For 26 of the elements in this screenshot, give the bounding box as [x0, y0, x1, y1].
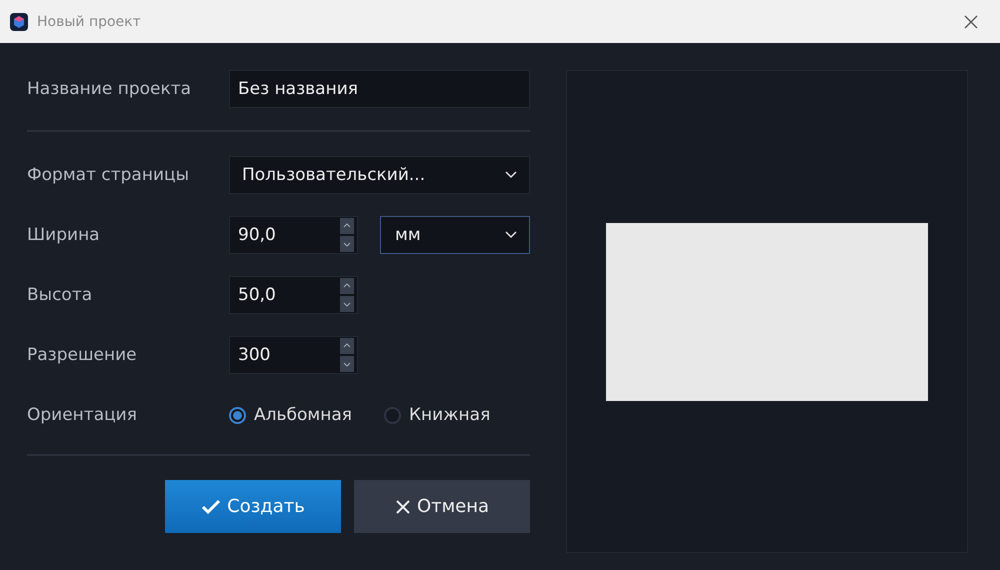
field-label: Название проекта — [27, 79, 192, 99]
chevron-down-icon — [505, 171, 517, 179]
orientation-radio[interactable]: Книжная — [384, 405, 490, 425]
field-label: Формат страницы — [27, 165, 190, 185]
field-label: Разрешение — [27, 345, 138, 365]
spin-down-icon[interactable] — [340, 296, 354, 312]
create-button[interactable]: Создать — [165, 480, 341, 533]
orientation-radio[interactable]: Альбомная — [229, 405, 352, 425]
spin-down-icon[interactable] — [340, 356, 354, 372]
close-icon[interactable] — [964, 14, 978, 28]
spin-up-icon[interactable] — [340, 338, 354, 354]
field-label: Ориентация — [27, 405, 138, 425]
close-icon — [394, 498, 411, 514]
app-logo-icon — [10, 12, 28, 30]
field-label: Ширина — [27, 225, 101, 245]
cancel-button[interactable]: Отмена — [354, 480, 530, 533]
project-name-field[interactable]: Без названия — [229, 70, 530, 108]
chevron-down-icon — [505, 231, 517, 239]
spin-up-icon[interactable] — [340, 278, 354, 294]
field-label: Высота — [27, 285, 94, 305]
page-format-dropdown[interactable]: Пользовательский... — [229, 156, 530, 194]
checkmark-icon — [201, 498, 222, 514]
spin-down-icon[interactable] — [340, 236, 354, 252]
unit-dropdown[interactable]: мм — [380, 216, 530, 254]
window-title: Новый проект — [37, 14, 142, 30]
spin-up-icon[interactable] — [340, 218, 354, 234]
